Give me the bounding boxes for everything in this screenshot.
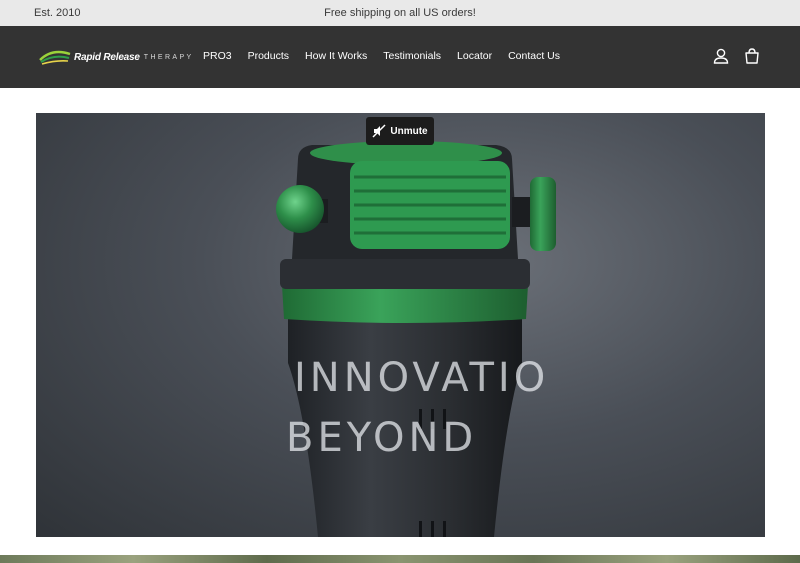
cart-icon[interactable] — [742, 46, 762, 66]
nav-contact-us[interactable]: Contact Us — [508, 50, 560, 62]
hero-headline-line2: BEYOND — [286, 415, 478, 461]
account-icon[interactable] — [711, 46, 731, 66]
nav-pro3[interactable]: PRO3 — [203, 50, 232, 62]
nav-locator[interactable]: Locator — [457, 50, 492, 62]
hero-video[interactable]: INNOVATIO BEYOND — [36, 113, 765, 537]
unmute-button[interactable]: Unmute — [366, 117, 434, 145]
logo[interactable]: Rapid Release THERAPY — [38, 46, 194, 68]
mute-icon — [372, 124, 386, 138]
main-nav: PRO3 Products How It Works Testimonials … — [203, 50, 576, 62]
massager-device-image — [276, 141, 556, 537]
announcement-bar: Est. 2010 Free shipping on all US orders… — [0, 0, 800, 26]
nav-testimonials[interactable]: Testimonials — [383, 50, 441, 62]
logo-brand: Rapid Release — [74, 51, 140, 63]
site-header: Rapid Release THERAPY PRO3 Products How … — [0, 26, 800, 88]
hero-headline-line1: INNOVATIO — [294, 355, 550, 401]
free-shipping-text: Free shipping on all US orders! — [324, 7, 476, 19]
logo-sub: THERAPY — [143, 53, 194, 61]
nav-products[interactable]: Products — [248, 50, 289, 62]
nav-how-it-works[interactable]: How It Works — [305, 50, 367, 62]
logo-swoosh-icon — [39, 50, 71, 65]
unmute-label: Unmute — [390, 125, 428, 137]
next-section-preview — [0, 555, 800, 563]
